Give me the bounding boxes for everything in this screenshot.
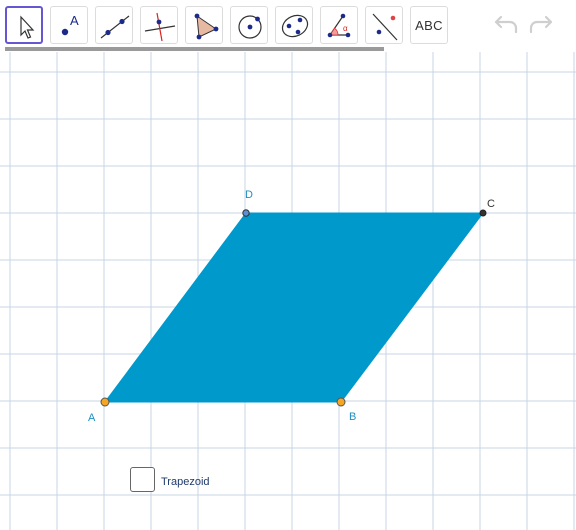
point-b[interactable] [336,397,346,407]
text-tool-label: ABC [415,17,443,33]
point-with-label-icon: A [61,13,79,36]
toolbar: A α ABC [0,0,576,52]
point-a-label: A [88,412,96,424]
trapezoid-checkbox-label[interactable]: Trapezoid [161,476,210,488]
point-b-label: B [349,411,357,423]
ellipse-through-points-icon [281,14,309,38]
move-tool-button[interactable] [5,6,43,44]
perpendicular-line-icon [144,12,176,42]
reflect-about-line-icon [372,13,398,41]
point-c-label: C [487,198,495,210]
polygon-triangle-icon [194,13,219,40]
cursor-arrow-icon [20,15,35,39]
polygon-tool-button[interactable] [185,6,223,44]
svg-text:A: A [70,13,79,28]
conic-tool-button[interactable] [275,6,313,44]
graphics-canvas [0,52,576,530]
point-tool-button[interactable]: A [50,6,88,44]
graphics-view[interactable] [0,52,576,530]
circle-center-point-icon [238,15,262,39]
angle-measure-icon: α [327,13,351,38]
point-a[interactable] [100,397,110,407]
reflect-tool-button[interactable] [365,6,403,44]
redo-icon[interactable] [527,12,557,38]
perpendicular-line-tool-button[interactable] [140,6,178,44]
undo-icon[interactable] [490,12,520,38]
circle-tool-button[interactable] [230,6,268,44]
point-d-label: D [245,189,253,201]
svg-text:α: α [343,24,348,33]
line-tool-button[interactable] [95,6,133,44]
text-tool-button[interactable]: ABC [410,6,448,44]
point-d[interactable] [242,209,250,217]
toolbar-scrollbar[interactable] [5,47,384,51]
trapezoid-checkbox[interactable] [130,467,155,492]
angle-tool-button[interactable]: α [320,6,358,44]
point-c[interactable] [479,209,487,217]
line-through-points-icon [100,15,130,39]
